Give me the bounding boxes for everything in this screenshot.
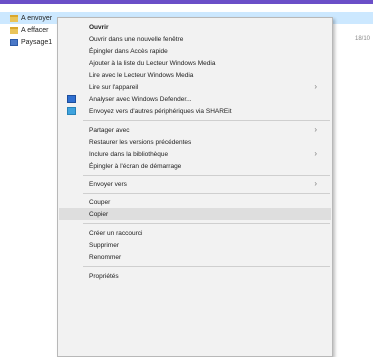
file-name: Paysage1: [21, 38, 53, 46]
menu-item-ouvrir-nouvelle-fenetre[interactable]: Ouvrir dans une nouvelle fenêtre: [59, 33, 331, 45]
menu-item-label: Propriétés: [89, 272, 119, 280]
menu-item-label: Lire avec le Lecteur Windows Media: [89, 71, 194, 79]
menu-item-inclure-bibliotheque[interactable]: Inclure dans la bibliothèque ›: [59, 148, 331, 160]
menu-item-label: Restaurer les versions précédentes: [89, 138, 192, 146]
menu-item-epingler-demarrage[interactable]: Épingler à l'écran de démarrage: [59, 160, 331, 172]
context-menu: Ouvrir Ouvrir dans une nouvelle fenêtre …: [57, 17, 333, 357]
file-name: A envoyer: [21, 14, 53, 22]
file-item-a-effacer[interactable]: A effacer: [10, 24, 49, 36]
menu-item-renommer[interactable]: Renommer: [59, 251, 331, 263]
menu-item-proprietes[interactable]: Propriétés: [59, 270, 331, 282]
menu-item-label: Inclure dans la bibliothèque: [89, 150, 169, 158]
menu-item-label: Renommer: [89, 253, 122, 261]
menu-separator: [83, 175, 330, 176]
menu-item-label: Supprimer: [89, 241, 119, 249]
folder-icon: [10, 26, 18, 34]
menu-item-envoyer-vers[interactable]: Envoyer vers ›: [59, 178, 331, 190]
menu-item-label: Envoyez vers d'autres périphériques via …: [89, 107, 232, 115]
menu-item-partager-avec[interactable]: Partager avec ›: [59, 124, 331, 136]
menu-item-label: Partager avec: [89, 126, 130, 134]
menu-item-label: Lire sur l'appareil: [89, 83, 139, 91]
menu-item-label: Analyser avec Windows Defender...: [89, 95, 192, 103]
menu-item-label: Ajouter à la liste du Lecteur Windows Me…: [89, 59, 216, 67]
menu-item-lire-sur-appareil[interactable]: Lire sur l'appareil ›: [59, 81, 331, 93]
menu-item-supprimer[interactable]: Supprimer: [59, 239, 331, 251]
file-date: 18/10: [355, 36, 371, 42]
folder-icon: [10, 14, 18, 22]
menu-item-copier[interactable]: Copier: [59, 208, 331, 220]
submenu-arrow-icon: ›: [314, 179, 317, 188]
menu-item-label: Épingler à l'écran de démarrage: [89, 162, 182, 170]
submenu-arrow-icon: ›: [314, 125, 317, 134]
submenu-arrow-icon: ›: [314, 82, 317, 91]
menu-item-label: Ouvrir: [89, 23, 109, 31]
menu-item-lire-avec-wmp[interactable]: Lire avec le Lecteur Windows Media: [59, 69, 331, 81]
submenu-arrow-icon: ›: [314, 149, 317, 158]
menu-item-label: Ouvrir dans une nouvelle fenêtre: [89, 35, 184, 43]
menu-item-couper[interactable]: Couper: [59, 196, 331, 208]
windows-defender-icon: [67, 95, 76, 103]
file-item-a-envoyer[interactable]: A envoyer: [10, 12, 52, 24]
menu-item-label: Créer un raccourci: [89, 229, 143, 237]
window-accent-bar: [0, 0, 373, 4]
menu-separator: [83, 223, 330, 224]
menu-item-epingler-acces-rapide[interactable]: Épingler dans Accès rapide: [59, 45, 331, 57]
menu-separator: [83, 120, 330, 121]
menu-item-label: Envoyer vers: [89, 180, 127, 188]
image-file-icon: [10, 38, 18, 46]
menu-item-label: Copier: [89, 210, 109, 218]
menu-item-label: Couper: [89, 198, 111, 206]
file-item-paysage1[interactable]: Paysage1: [10, 36, 52, 48]
file-name: A effacer: [21, 26, 49, 34]
menu-item-ouvrir[interactable]: Ouvrir: [59, 21, 331, 33]
shareit-icon: [67, 107, 76, 115]
menu-separator: [83, 266, 330, 267]
menu-item-creer-raccourci[interactable]: Créer un raccourci: [59, 227, 331, 239]
menu-separator: [83, 193, 330, 194]
menu-item-restaurer-versions[interactable]: Restaurer les versions précédentes: [59, 136, 331, 148]
menu-item-envoyez-shareit[interactable]: Envoyez vers d'autres périphériques via …: [59, 105, 331, 117]
menu-item-ajouter-liste-wmp[interactable]: Ajouter à la liste du Lecteur Windows Me…: [59, 57, 331, 69]
menu-item-analyser-defender[interactable]: Analyser avec Windows Defender...: [59, 93, 331, 105]
menu-item-label: Épingler dans Accès rapide: [89, 47, 168, 55]
